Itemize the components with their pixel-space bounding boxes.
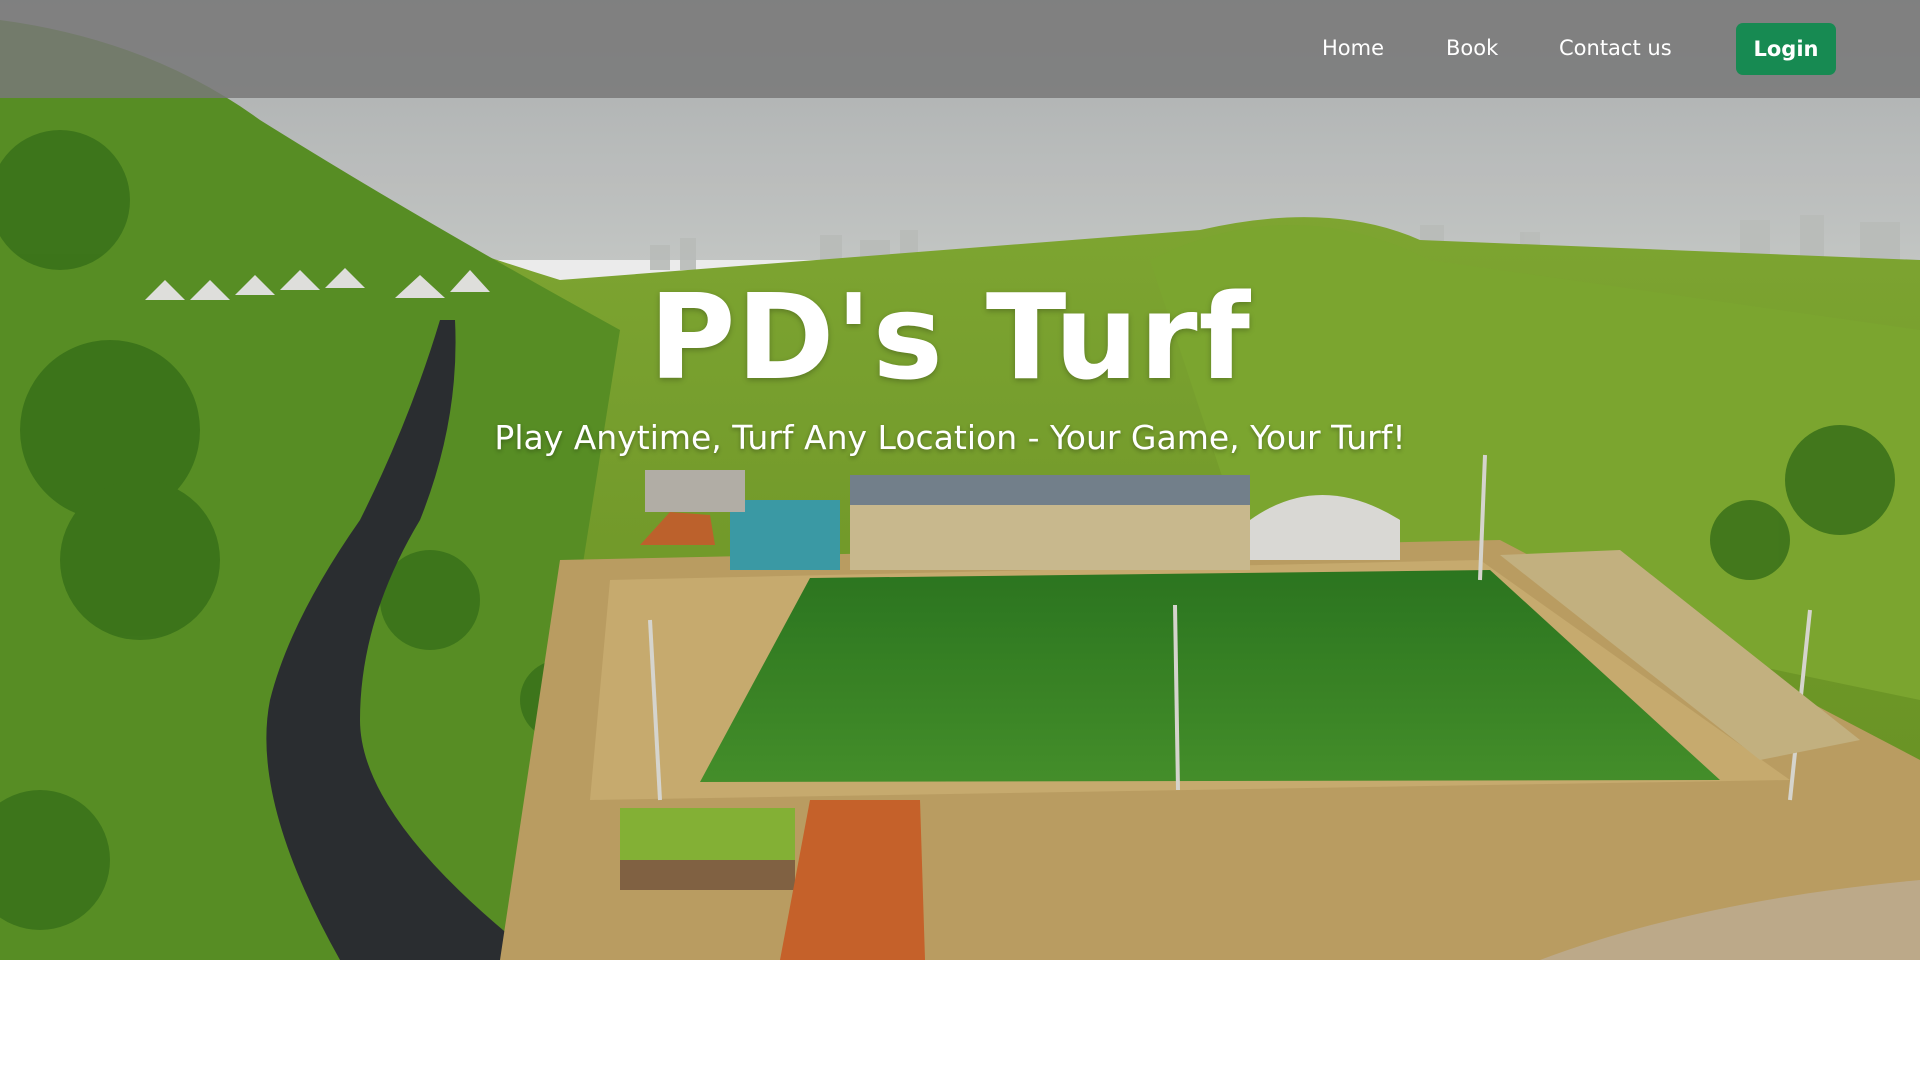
hero-subtitle: Play Anytime, Turf Any Location - Your G… bbox=[494, 418, 1406, 457]
hero-title: PD's Turf bbox=[649, 268, 1251, 406]
navbar: Home Book Contact us Login bbox=[0, 0, 1920, 98]
login-button[interactable]: Login bbox=[1736, 23, 1836, 75]
nav-link-book[interactable]: Book bbox=[1446, 36, 1498, 60]
hero-background-image bbox=[0, 0, 1920, 960]
nav-link-home[interactable]: Home bbox=[1322, 36, 1384, 60]
nav-link-contact[interactable]: Contact us bbox=[1559, 36, 1672, 60]
hero-section: Home Book Contact us Login PD's Turf Pla… bbox=[0, 0, 1920, 960]
